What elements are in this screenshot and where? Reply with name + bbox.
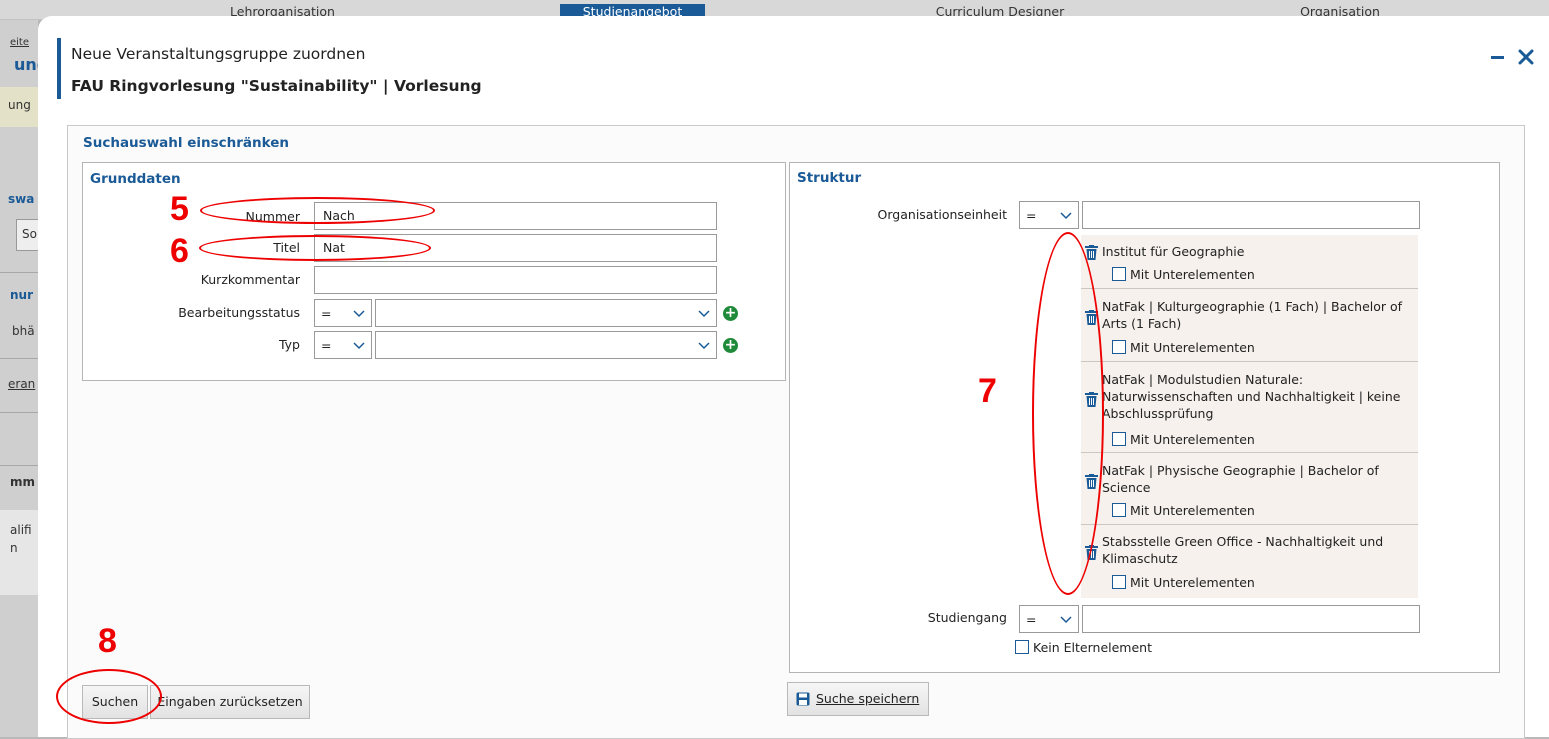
mit-unterelementen-checkbox[interactable] xyxy=(1112,503,1126,517)
operator-value: = xyxy=(1026,612,1037,627)
org-unit-item: Institut für Geographie Mit Unterelement… xyxy=(1081,235,1418,289)
reset-inputs-button[interactable]: Eingaben zurücksetzen xyxy=(150,685,310,719)
chevron-down-icon xyxy=(698,342,710,350)
operator-value: = xyxy=(321,306,332,321)
operator-value: = xyxy=(1026,208,1037,223)
bearbeitungsstatus-select[interactable] xyxy=(375,299,717,327)
typ-select[interactable] xyxy=(375,331,717,359)
struktur-title: Struktur xyxy=(797,170,862,186)
org-unit-name: NatFak | Physische Geographie | Bachelor… xyxy=(1102,463,1379,495)
add-typ-icon[interactable]: + xyxy=(723,338,738,353)
typ-operator-select[interactable]: = xyxy=(314,331,372,359)
operator-value: = xyxy=(321,338,332,353)
chevron-down-icon xyxy=(353,310,365,318)
bg-fragment: n xyxy=(10,541,18,555)
annotation-ellipse-org-units xyxy=(1032,232,1104,595)
org-unit-item: NatFak | Physische Geographie | Bachelor… xyxy=(1081,453,1418,525)
org-unit-name: NatFak | Kulturgeographie (1 Fach) | Bac… xyxy=(1102,299,1403,331)
dialog-accent-bar xyxy=(57,38,61,99)
org-unit-item: NatFak | Modulstudien Naturale: Naturwis… xyxy=(1081,362,1418,453)
bg-fragment: alifi xyxy=(10,523,32,537)
mit-unterelementen-checkbox[interactable] xyxy=(1112,267,1126,281)
minimize-icon[interactable] xyxy=(1491,46,1505,73)
mit-unterelementen-checkbox[interactable] xyxy=(1112,432,1126,446)
annotation-ellipse-titel xyxy=(199,235,431,261)
org-unit-item: Stabsstelle Green Office - Nachhaltigkei… xyxy=(1081,525,1418,598)
bg-fragment: bhä xyxy=(12,324,35,338)
org-unit-item: NatFak | Kulturgeographie (1 Fach) | Bac… xyxy=(1081,289,1418,362)
annotation-number-5: 5 xyxy=(170,190,189,228)
annotation-ellipse-search xyxy=(56,669,162,724)
bearbeitungsstatus-operator-select[interactable]: = xyxy=(314,299,372,327)
typ-label: Typ xyxy=(278,337,300,352)
organisationseinheit-input[interactable] xyxy=(1082,201,1420,229)
close-icon[interactable] xyxy=(1518,46,1534,73)
grunddaten-title: Grunddaten xyxy=(90,171,181,187)
mit-unterelementen-checkbox[interactable] xyxy=(1112,340,1126,354)
bg-fragment: eite xyxy=(10,37,30,48)
kein-elternelement-checkbox[interactable] xyxy=(1015,640,1029,654)
bg-fragment: nur xyxy=(10,288,34,302)
chevron-down-icon xyxy=(353,342,365,350)
annotation-number-6: 6 xyxy=(170,232,189,270)
save-search-label: Suche speichern xyxy=(816,691,920,706)
studiengang-operator-select[interactable]: = xyxy=(1019,605,1079,633)
bg-fragment: ung xyxy=(8,98,31,112)
bg-fragment: mm xyxy=(10,475,36,489)
organisationseinheit-label: Organisationseinheit xyxy=(877,207,1007,222)
chevron-down-icon xyxy=(698,310,710,318)
studiengang-input[interactable] xyxy=(1082,605,1420,633)
annotation-ellipse-nummer xyxy=(200,197,435,224)
mit-unterelementen-label: Mit Unterelementen xyxy=(1130,432,1255,447)
save-search-button[interactable]: Suche speichern xyxy=(787,682,929,716)
studiengang-label: Studiengang xyxy=(927,610,1007,625)
search-section-title: Suchauswahl einschränken xyxy=(83,135,290,151)
mit-unterelementen-label: Mit Unterelementen xyxy=(1130,575,1255,590)
bearbeitungsstatus-label: Bearbeitungsstatus xyxy=(178,305,300,320)
mit-unterelementen-label: Mit Unterelementen xyxy=(1130,267,1255,282)
bg-divider xyxy=(0,412,38,413)
mit-unterelementen-label: Mit Unterelementen xyxy=(1130,503,1255,518)
bg-fragment: ung xyxy=(14,55,38,74)
chevron-down-icon xyxy=(1060,616,1072,624)
add-bearbeitungsstatus-icon[interactable]: + xyxy=(723,306,738,321)
mit-unterelementen-checkbox[interactable] xyxy=(1112,575,1126,589)
kurzkommentar-label: Kurzkommentar xyxy=(200,272,300,287)
org-unit-name: NatFak | Modulstudien Naturale: Naturwis… xyxy=(1102,372,1401,421)
mit-unterelementen-label: Mit Unterelementen xyxy=(1130,340,1255,355)
bg-fragment: eran xyxy=(8,377,36,391)
kein-elternelement-label: Kein Elternelement xyxy=(1033,640,1152,655)
selected-org-units-list: Institut für Geographie Mit Unterelement… xyxy=(1081,235,1418,598)
bg-divider xyxy=(0,358,38,359)
annotation-number-8: 8 xyxy=(98,622,117,660)
chevron-down-icon xyxy=(1060,212,1072,220)
bg-divider xyxy=(0,465,38,466)
dialog-subtitle: Neue Veranstaltungsgruppe zuordnen xyxy=(71,45,366,63)
annotation-number-7: 7 xyxy=(978,372,997,410)
org-unit-name: Stabsstelle Green Office - Nachhaltigkei… xyxy=(1102,534,1384,566)
bg-fragment: So xyxy=(22,227,37,241)
bg-fragment: swa xyxy=(8,192,35,206)
kurzkommentar-input[interactable] xyxy=(314,266,717,294)
floppy-disk-icon xyxy=(796,692,810,706)
background-page: eite ung ung swa So nur bhä eran mm alif… xyxy=(0,20,38,737)
trash-icon[interactable] xyxy=(1085,245,1098,260)
bg-divider xyxy=(0,272,38,273)
assign-group-dialog: Neue Veranstaltungsgruppe zuordnen FAU R… xyxy=(38,16,1549,739)
org-unit-name: Institut für Geographie xyxy=(1102,244,1245,259)
dialog-title: FAU Ringvorlesung "Sustainability" | Vor… xyxy=(71,77,482,95)
organisationseinheit-operator-select[interactable]: = xyxy=(1019,201,1079,229)
